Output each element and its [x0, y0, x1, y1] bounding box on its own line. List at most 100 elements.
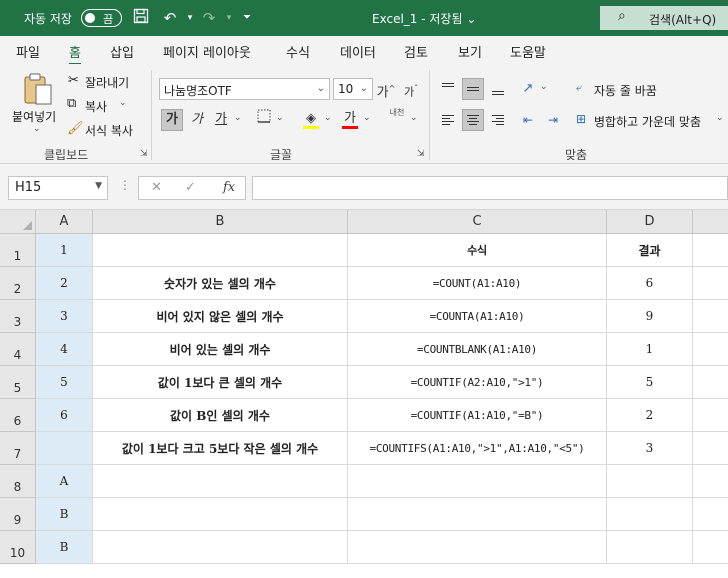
cell-b6[interactable]: 값이 B인 셀의 개수 [93, 399, 348, 432]
cell-e2[interactable] [693, 267, 728, 300]
redo-icon[interactable]: ↷ [199, 8, 219, 28]
clipboard-launcher-icon[interactable]: ⇲ [140, 149, 148, 159]
cell-c8[interactable] [348, 465, 607, 498]
paste-dropdown-icon[interactable]: ⌄ [33, 124, 41, 134]
wrap-text-button[interactable]: 자동 줄 바꿈 [594, 82, 657, 99]
save-icon[interactable] [131, 8, 151, 28]
name-box[interactable]: H15 ▼ [8, 176, 108, 200]
align-middle-button[interactable] [462, 78, 484, 100]
cell-b8[interactable] [93, 465, 348, 498]
cell-e10[interactable] [693, 531, 728, 564]
cell-c10[interactable] [348, 531, 607, 564]
customize-toolbar-icon[interactable]: ⏷ [237, 8, 257, 28]
cell-d4[interactable]: 1 [607, 333, 693, 366]
cell-c4[interactable]: =COUNTBLANK(A1:A10) [348, 333, 607, 366]
cell-e6[interactable] [693, 399, 728, 432]
merge-dropdown-icon[interactable]: ⌄ [716, 113, 724, 123]
cell-b10[interactable] [93, 531, 348, 564]
column-header-a[interactable]: A [36, 210, 93, 234]
cell-e3[interactable] [693, 300, 728, 333]
align-right-button[interactable] [487, 109, 509, 131]
cell-a3[interactable]: 3 [36, 300, 93, 333]
align-center-button[interactable] [462, 109, 484, 131]
cell-a5[interactable]: 5 [36, 366, 93, 399]
tab-home[interactable]: 홈 [69, 42, 81, 66]
search-box[interactable]: ⌕ 검색(Alt+Q) [600, 6, 728, 30]
cell-e1[interactable] [693, 234, 728, 267]
cell-b4[interactable]: 비어 있는 셀의 개수 [93, 333, 348, 366]
phonetic-dropdown-icon[interactable]: ⌄ [410, 113, 418, 123]
cell-a7[interactable] [36, 432, 93, 465]
bold-button[interactable]: 가 [161, 109, 183, 131]
font-size-select[interactable]: 10 ⌄ [333, 78, 373, 100]
row-header[interactable]: 1 [0, 234, 36, 267]
cell-d1[interactable]: 결과 [607, 234, 693, 267]
align-left-button[interactable] [437, 109, 459, 131]
document-title[interactable]: Excel_1 - 저장됨 ⌄ [372, 10, 476, 27]
row-header[interactable]: 7 [0, 432, 36, 465]
cell-c5[interactable]: =COUNTIF(A2:A10,">1") [348, 366, 607, 399]
undo-icon[interactable]: ↶ [160, 8, 180, 28]
fill-color-dropdown-icon[interactable]: ⌄ [324, 113, 332, 123]
insert-function-icon[interactable]: fx [223, 180, 235, 195]
column-header-b[interactable]: B [93, 210, 348, 234]
cell-e8[interactable] [693, 465, 728, 498]
format-painter-button[interactable]: 서식 복사 [85, 122, 133, 139]
redo-dropdown-icon[interactable]: ▾ [219, 8, 239, 28]
grow-font-button[interactable]: 가^ [375, 78, 397, 100]
cell-b9[interactable] [93, 498, 348, 531]
cell-b3[interactable]: 비어 있지 않은 셀의 개수 [93, 300, 348, 333]
row-header[interactable]: 9 [0, 498, 36, 531]
cell-e9[interactable] [693, 498, 728, 531]
copy-dropdown-icon[interactable]: ⌄ [119, 98, 127, 108]
enter-icon[interactable]: ✓ [185, 180, 196, 195]
orientation-dropdown-icon[interactable]: ⌄ [540, 82, 548, 92]
cell-a4[interactable]: 4 [36, 333, 93, 366]
cell-d8[interactable] [607, 465, 693, 498]
decrease-indent-button[interactable]: ⇤ [517, 109, 539, 131]
cell-e5[interactable] [693, 366, 728, 399]
align-top-button[interactable] [437, 78, 459, 100]
font-launcher-icon[interactable]: ⇲ [417, 149, 425, 159]
cell-a9[interactable]: B [36, 498, 93, 531]
cell-b7[interactable]: 값이 1보다 크고 5보다 작은 셀의 개수 [93, 432, 348, 465]
formula-bar-grip[interactable]: ⋮ [119, 178, 131, 192]
tab-view[interactable]: 보기 [458, 42, 482, 61]
tab-help[interactable]: 도움말 [510, 42, 546, 61]
row-header[interactable]: 10 [0, 531, 36, 564]
font-name-select[interactable]: 나눔명조OTF ⌄ [159, 78, 330, 100]
tab-page-layout[interactable]: 페이지 레이아웃 [163, 42, 251, 61]
autosave-toggle[interactable]: 끔 [81, 9, 122, 27]
paste-icon[interactable] [22, 72, 54, 109]
cut-button[interactable]: 잘라내기 [85, 74, 129, 91]
cell-d3[interactable]: 9 [607, 300, 693, 333]
increase-indent-button[interactable]: ⇥ [542, 109, 564, 131]
paste-button[interactable]: 붙여넣기 [12, 108, 56, 125]
cell-b1[interactable] [93, 234, 348, 267]
row-header[interactable]: 2 [0, 267, 36, 300]
shrink-font-button[interactable]: 가ˇ [400, 78, 422, 100]
font-color-button[interactable]: 가 [339, 108, 361, 130]
cell-c9[interactable] [348, 498, 607, 531]
cell-e7[interactable] [693, 432, 728, 465]
cell-c1[interactable]: 수식 [348, 234, 607, 267]
align-bottom-button[interactable] [487, 78, 509, 100]
cell-e4[interactable] [693, 333, 728, 366]
border-button[interactable] [253, 109, 275, 131]
cell-d2[interactable]: 6 [607, 267, 693, 300]
row-header[interactable]: 8 [0, 465, 36, 498]
cell-d9[interactable] [607, 498, 693, 531]
merge-center-button[interactable]: 병합하고 가운데 맞춤 [594, 113, 701, 130]
cell-d6[interactable]: 2 [607, 399, 693, 432]
column-header-d[interactable]: D [607, 210, 693, 234]
border-dropdown-icon[interactable]: ⌄ [276, 113, 284, 123]
select-all-button[interactable] [0, 210, 36, 234]
row-header[interactable]: 4 [0, 333, 36, 366]
tab-review[interactable]: 검토 [404, 42, 428, 61]
formula-input[interactable] [252, 176, 728, 200]
cell-a1[interactable]: 1 [36, 234, 93, 267]
row-header[interactable]: 5 [0, 366, 36, 399]
cell-d7[interactable]: 3 [607, 432, 693, 465]
cell-d5[interactable]: 5 [607, 366, 693, 399]
tab-file[interactable]: 파일 [16, 42, 40, 61]
